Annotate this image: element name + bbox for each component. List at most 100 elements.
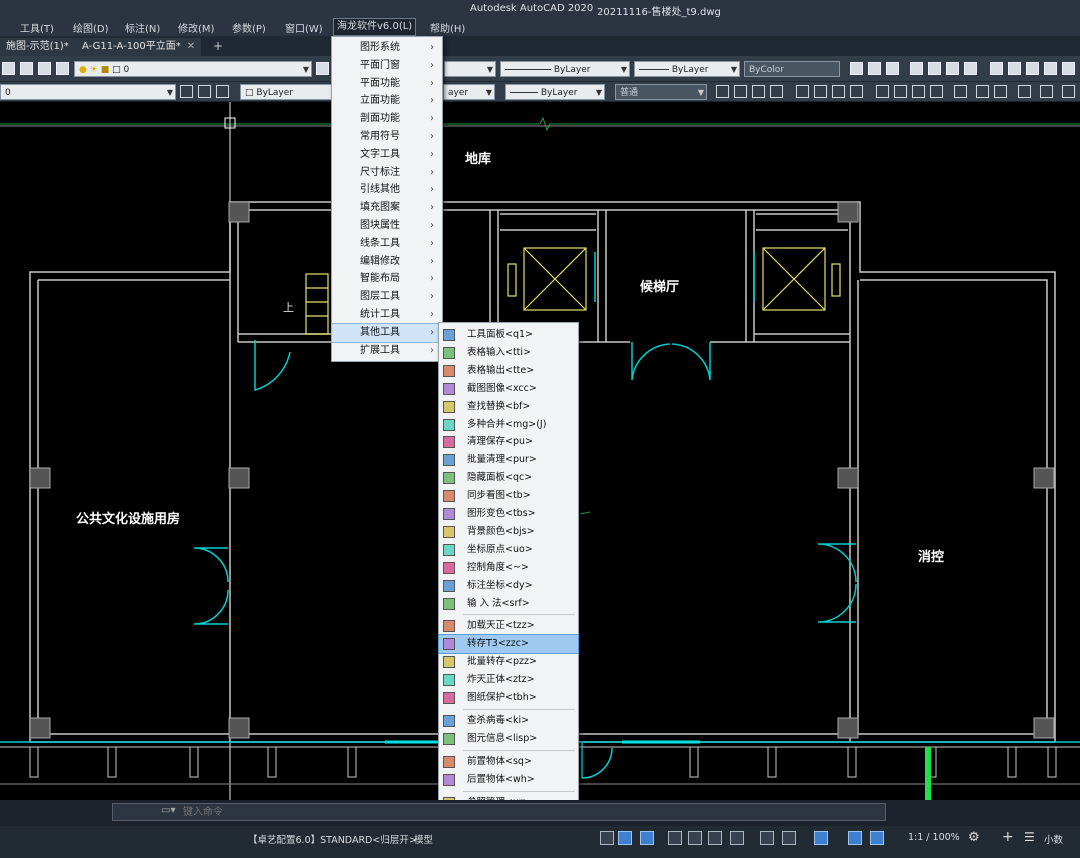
hatch-icon[interactable] <box>930 85 943 98</box>
submenu-item-4[interactable]: 查找替换<bf> <box>439 398 578 416</box>
layer-iso-icon[interactable] <box>180 85 193 98</box>
revcloud-icon[interactable] <box>832 85 845 98</box>
menu-item-15[interactable]: 统计工具 › <box>332 306 442 324</box>
submenu-item-16[interactable]: 加载天正<tzz> <box>439 617 578 635</box>
layer-properties-icon[interactable] <box>2 62 15 75</box>
polar-icon[interactable] <box>640 831 654 845</box>
menu-item-7[interactable]: 尺寸标注 › <box>332 164 442 182</box>
publish-icon[interactable] <box>946 62 959 75</box>
block-editor-icon[interactable] <box>1062 62 1075 75</box>
menu-item-8[interactable]: 引线其他 › <box>332 181 442 199</box>
menu-item-0[interactable]: 图形系统 › <box>332 39 442 57</box>
menu-item-4[interactable]: 剖面功能 › <box>332 110 442 128</box>
menu-item-6[interactable]: 文字工具 › <box>332 146 442 164</box>
submenu-item-5[interactable]: 多种合并<mg>(J) <box>439 416 578 434</box>
submenu-item-20[interactable]: 图纸保护<tbh> <box>439 689 578 707</box>
lineweight-icon[interactable] <box>760 831 774 845</box>
new-icon[interactable] <box>850 62 863 75</box>
isodraft-icon[interactable] <box>708 831 722 845</box>
menu-hailong[interactable]: 海龙软件v6.0(L) <box>332 18 417 36</box>
bylayer-combo[interactable]: □ ByLayer <box>240 84 332 100</box>
menu-window[interactable]: 窗口(W) <box>285 20 323 35</box>
menu-item-2[interactable]: 平面功能 › <box>332 75 442 93</box>
linetype-combo[interactable]: ByLayer ▼ <box>500 61 630 77</box>
layer-state-icon[interactable] <box>20 62 33 75</box>
menu-item-9[interactable]: 填充图案 › <box>332 199 442 217</box>
style-combo[interactable]: 普通 ▼ <box>615 84 707 100</box>
submenu-item-22[interactable]: 图元信息<lisp> <box>439 730 578 748</box>
annotation-visibility-icon[interactable] <box>848 831 862 845</box>
submenu-item-3[interactable]: 截图图像<xcc> <box>439 380 578 398</box>
xline-icon[interactable] <box>752 85 765 98</box>
plus-icon[interactable]: + <box>1002 829 1014 845</box>
layer-match-icon[interactable] <box>56 62 69 75</box>
make-block-icon[interactable] <box>894 85 907 98</box>
command-input[interactable] <box>183 804 483 820</box>
menu-tools[interactable]: 工具(T) <box>20 20 54 35</box>
submenu-item-7[interactable]: 批量清理<pur> <box>439 451 578 469</box>
menu-help[interactable]: 帮助(H) <box>430 20 465 35</box>
save-icon[interactable] <box>886 62 899 75</box>
layer-previous-icon[interactable] <box>38 62 51 75</box>
insert-block-icon[interactable] <box>876 85 889 98</box>
autoscale-icon[interactable] <box>870 831 884 845</box>
new-tab-icon[interactable]: + <box>213 39 223 53</box>
linetype-combo-2[interactable]: ayer ▼ <box>443 84 495 100</box>
submenu-item-0[interactable]: 工具面板<q1> <box>439 326 578 344</box>
submenu-item-12[interactable]: 坐标原点<uo> <box>439 541 578 559</box>
lineweight-combo-2[interactable]: ByLayer ▼ <box>505 84 605 100</box>
model-tab[interactable]: 模型 <box>414 832 433 846</box>
menu-item-11[interactable]: 线条工具 › <box>332 235 442 253</box>
mirror-icon[interactable] <box>1062 85 1075 98</box>
scale-status[interactable]: 1:1 / 100% <box>908 832 960 843</box>
layer-combo-2[interactable]: 0 ▼ <box>0 84 176 100</box>
menu-item-10[interactable]: 图块属性 › <box>332 217 442 235</box>
make-current-icon[interactable] <box>316 62 329 75</box>
menu-item-14[interactable]: 图层工具 › <box>332 288 442 306</box>
close-icon[interactable]: ✕ <box>187 41 195 52</box>
submenu-item-6[interactable]: 清理保存<pu> <box>439 433 578 451</box>
snap-icon[interactable] <box>600 831 614 845</box>
menu-item-13[interactable]: 智能布局 › <box>332 270 442 288</box>
line-icon[interactable] <box>716 85 729 98</box>
submenu-item-8[interactable]: 隐藏面板<qc> <box>439 469 578 487</box>
submenu-item-14[interactable]: 标注坐标<dy> <box>439 577 578 595</box>
arc-icon[interactable] <box>796 85 809 98</box>
preview-icon[interactable] <box>928 62 941 75</box>
submenu-item-1[interactable]: 表格输入<tti> <box>439 344 578 362</box>
submenu-item-24[interactable]: 后置物体<wh> <box>439 771 578 789</box>
layer-off-icon[interactable] <box>198 85 211 98</box>
menu-item-1[interactable]: 平面门窗 › <box>332 57 442 75</box>
menu-item-12[interactable]: 编辑修改 › <box>332 253 442 271</box>
menu-draw[interactable]: 绘图(D) <box>73 20 109 35</box>
submenu-item-15[interactable]: 输 入 法<srf> <box>439 595 578 613</box>
rectangle-icon[interactable] <box>770 85 783 98</box>
ortho-icon[interactable] <box>618 831 632 845</box>
layer-freeze-icon[interactable] <box>216 85 229 98</box>
submenu-item-13[interactable]: 控制角度<~> <box>439 559 578 577</box>
gear-icon[interactable]: ⚙ <box>968 830 980 845</box>
copy-object-icon[interactable] <box>1040 85 1053 98</box>
submenu-item-2[interactable]: 表格输出<tte> <box>439 362 578 380</box>
plotstyle-combo[interactable]: ByColor <box>744 61 840 77</box>
submenu-item-18[interactable]: 批量转存<pzz> <box>439 653 578 671</box>
submenu-item-19[interactable]: 炸天正体<ztz> <box>439 671 578 689</box>
circle-icon[interactable] <box>814 85 827 98</box>
menu-item-16[interactable]: 其他工具 › <box>331 322 443 343</box>
plot-icon[interactable] <box>964 62 977 75</box>
paste-icon[interactable] <box>1026 62 1039 75</box>
layer-combo[interactable]: ● ☀ ■ □ 0 ▼ <box>74 61 312 77</box>
color-combo[interactable]: ▼ <box>444 61 496 77</box>
tab-drawing-2[interactable]: A-G11-A-100平立面* ✕ <box>76 38 202 56</box>
otrack-icon[interactable] <box>730 831 744 845</box>
match-properties-icon[interactable] <box>1044 62 1057 75</box>
polyline-icon[interactable] <box>734 85 747 98</box>
print-icon[interactable] <box>910 62 923 75</box>
osnap-icon[interactable] <box>668 831 682 845</box>
erase-icon[interactable] <box>1018 85 1031 98</box>
submenu-item-11[interactable]: 背景颜色<bjs> <box>439 523 578 541</box>
mtext-icon[interactable] <box>994 85 1007 98</box>
open-icon[interactable] <box>868 62 881 75</box>
submenu-item-21[interactable]: 查杀病毒<ki> <box>439 712 578 730</box>
submenu-item-9[interactable]: 同步看图<tb> <box>439 487 578 505</box>
